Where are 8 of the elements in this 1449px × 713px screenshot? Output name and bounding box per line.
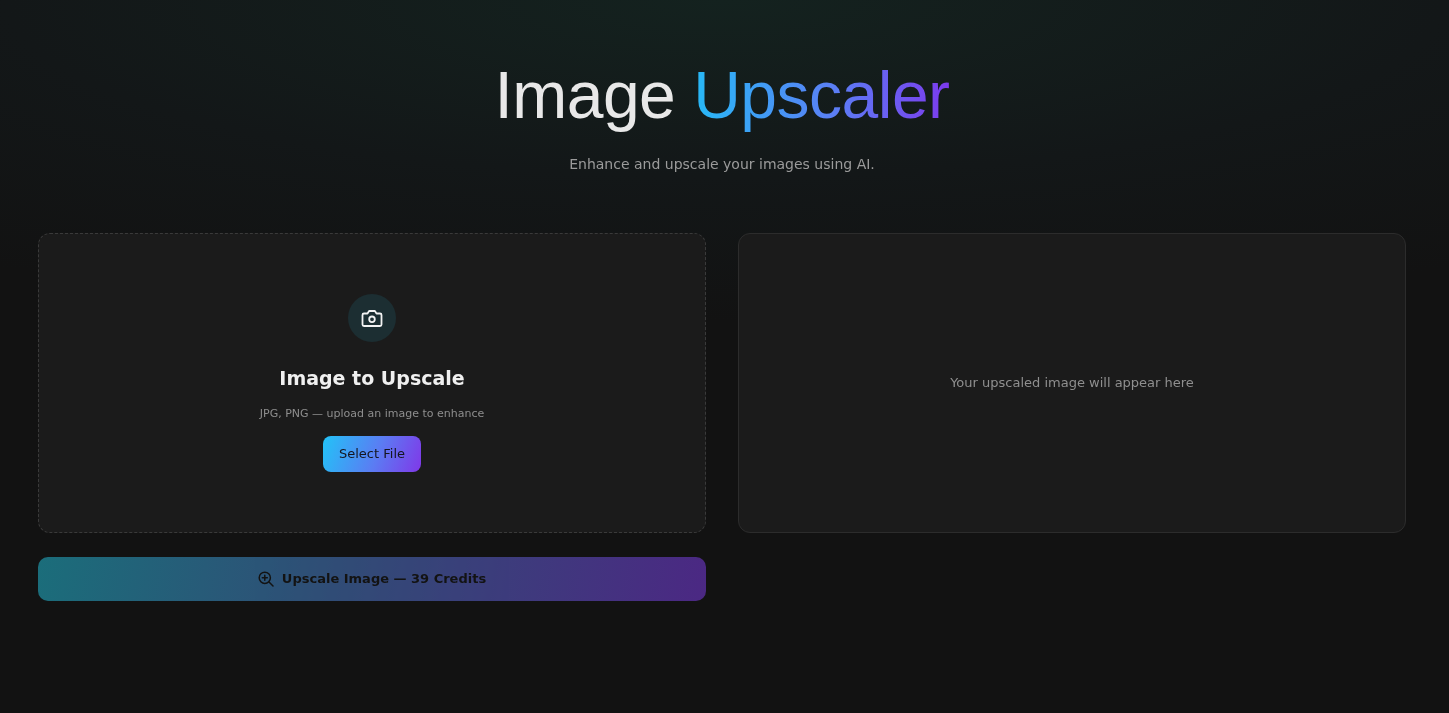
result-placeholder-text: Your upscaled image will appear here (950, 374, 1194, 393)
zoom-in-icon (257, 570, 274, 587)
upload-hint: JPG, PNG — upload an image to enhance (259, 406, 485, 423)
select-file-button[interactable]: Select File (323, 435, 421, 472)
upload-dropzone[interactable]: Image to Upscale JPG, PNG — upload an image to enhance Select File (38, 232, 706, 533)
camera-icon (348, 293, 396, 342)
upload-heading: Image to Upscale (279, 365, 465, 391)
page-subtitle: Enhance and upscale your images using AI. (568, 154, 876, 174)
